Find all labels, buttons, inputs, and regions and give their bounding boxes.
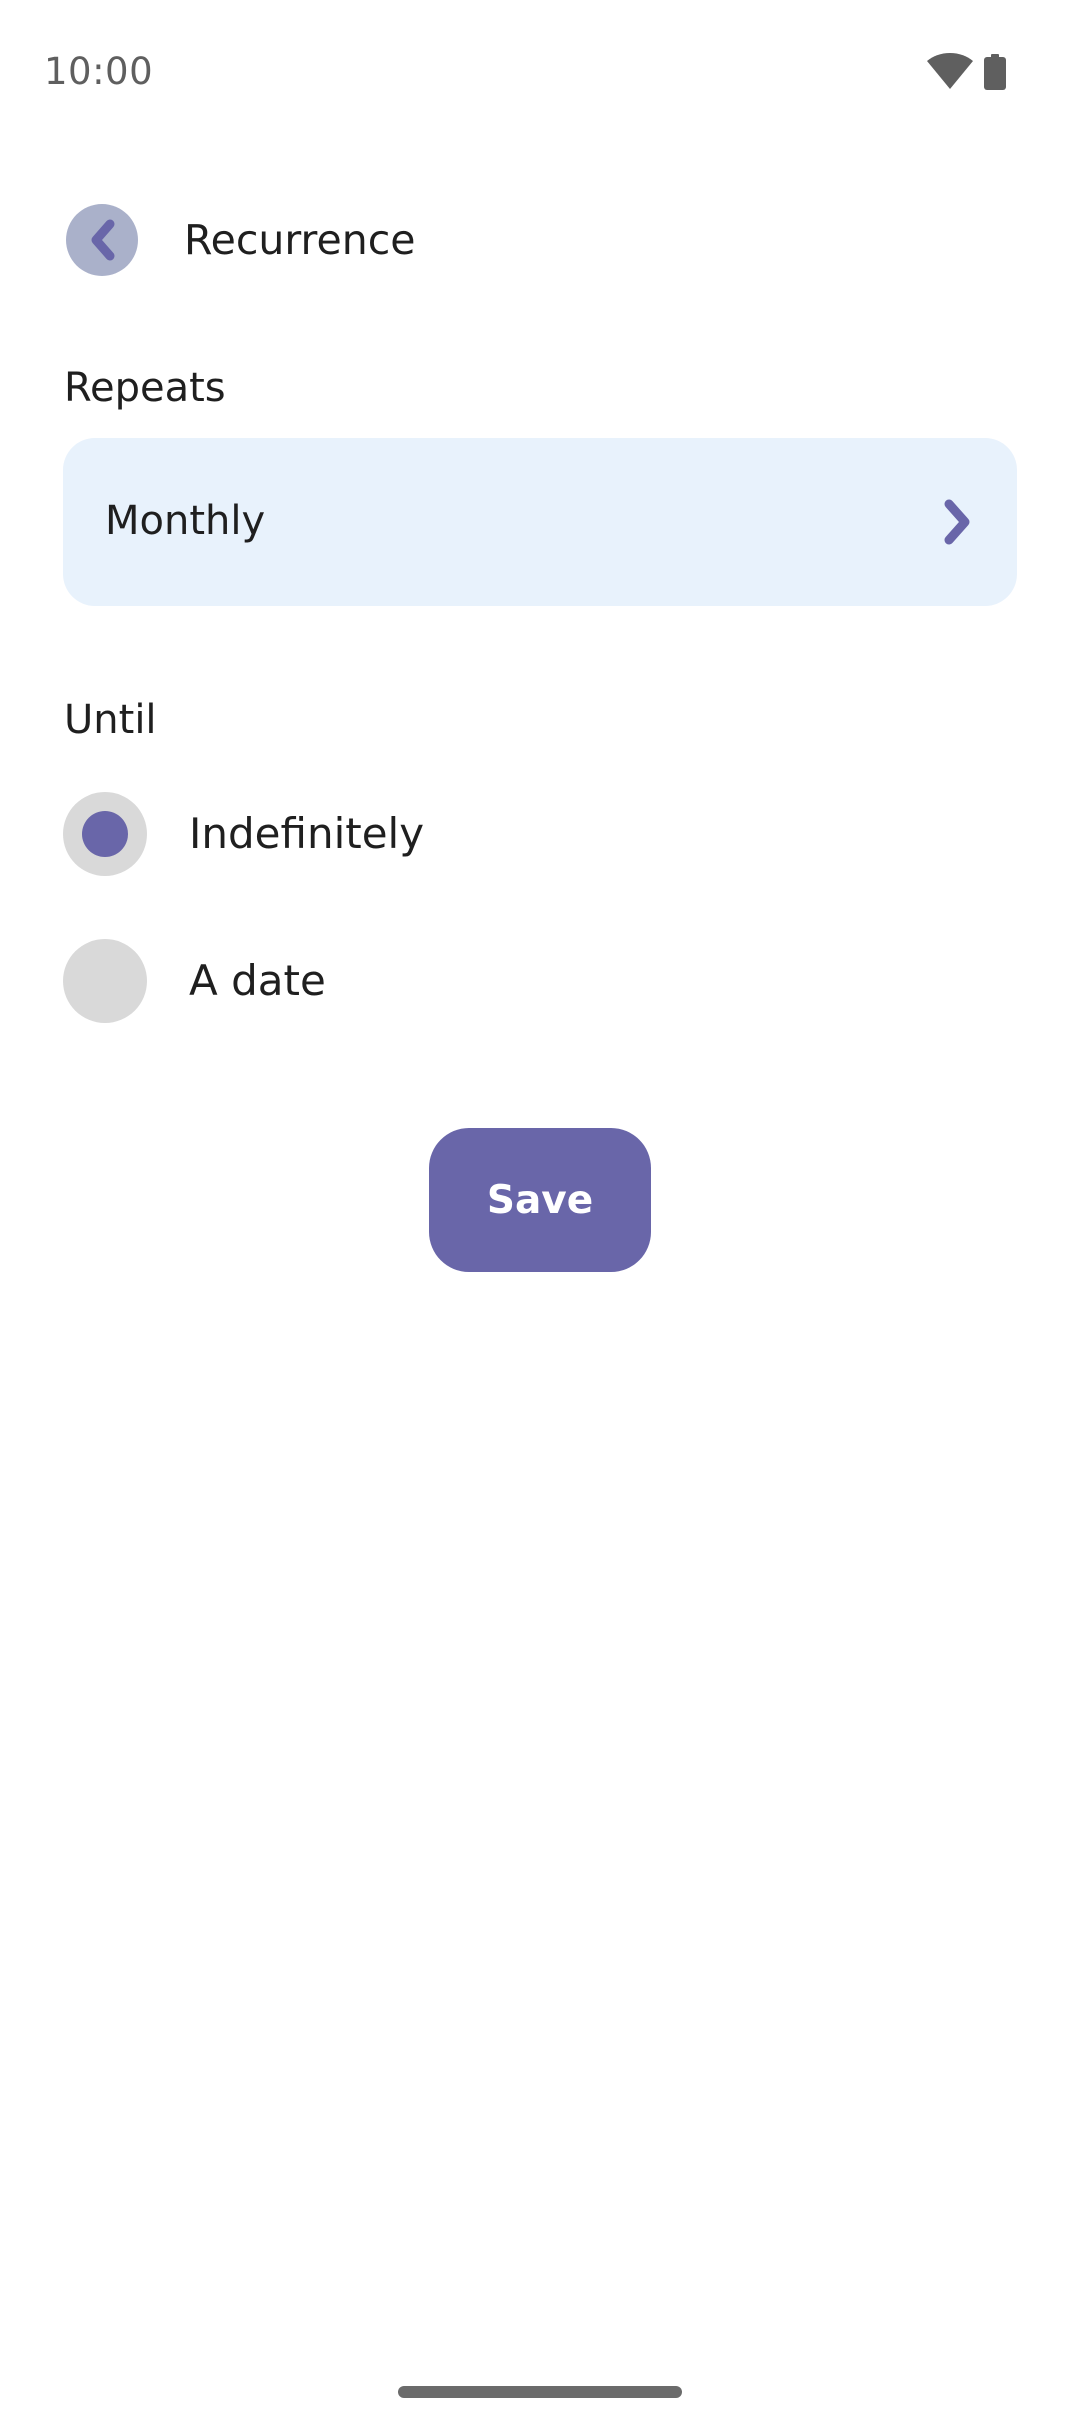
status-bar: 10:00 bbox=[0, 0, 1080, 140]
radio-label-indefinitely: Indefinitely bbox=[189, 809, 425, 858]
status-time: 10:00 bbox=[44, 50, 154, 93]
battery-icon bbox=[984, 54, 1006, 90]
chevron-right-icon bbox=[944, 499, 970, 545]
radio-option-indefinitely[interactable]: Indefinitely bbox=[63, 792, 763, 876]
radio-label-a-date: A date bbox=[189, 956, 326, 1005]
home-indicator[interactable] bbox=[398, 2386, 682, 2398]
page-title: Recurrence bbox=[184, 216, 416, 264]
until-label: Until bbox=[64, 697, 157, 743]
repeats-value: Monthly bbox=[105, 498, 266, 544]
recurrence-screen: 10:00 Recurrence Repeats Monthly Until I… bbox=[0, 0, 1080, 2424]
radio-selected-dot bbox=[82, 811, 128, 857]
wifi-icon bbox=[927, 53, 973, 89]
repeats-label: Repeats bbox=[64, 365, 226, 411]
radio-button-indefinitely[interactable] bbox=[63, 792, 147, 876]
save-button[interactable]: Save bbox=[429, 1128, 651, 1272]
chevron-left-icon bbox=[91, 219, 115, 261]
radio-button-a-date[interactable] bbox=[63, 939, 147, 1023]
back-button[interactable] bbox=[66, 204, 138, 276]
repeats-select[interactable]: Monthly bbox=[63, 438, 1017, 606]
radio-option-a-date[interactable]: A date bbox=[63, 939, 763, 1023]
